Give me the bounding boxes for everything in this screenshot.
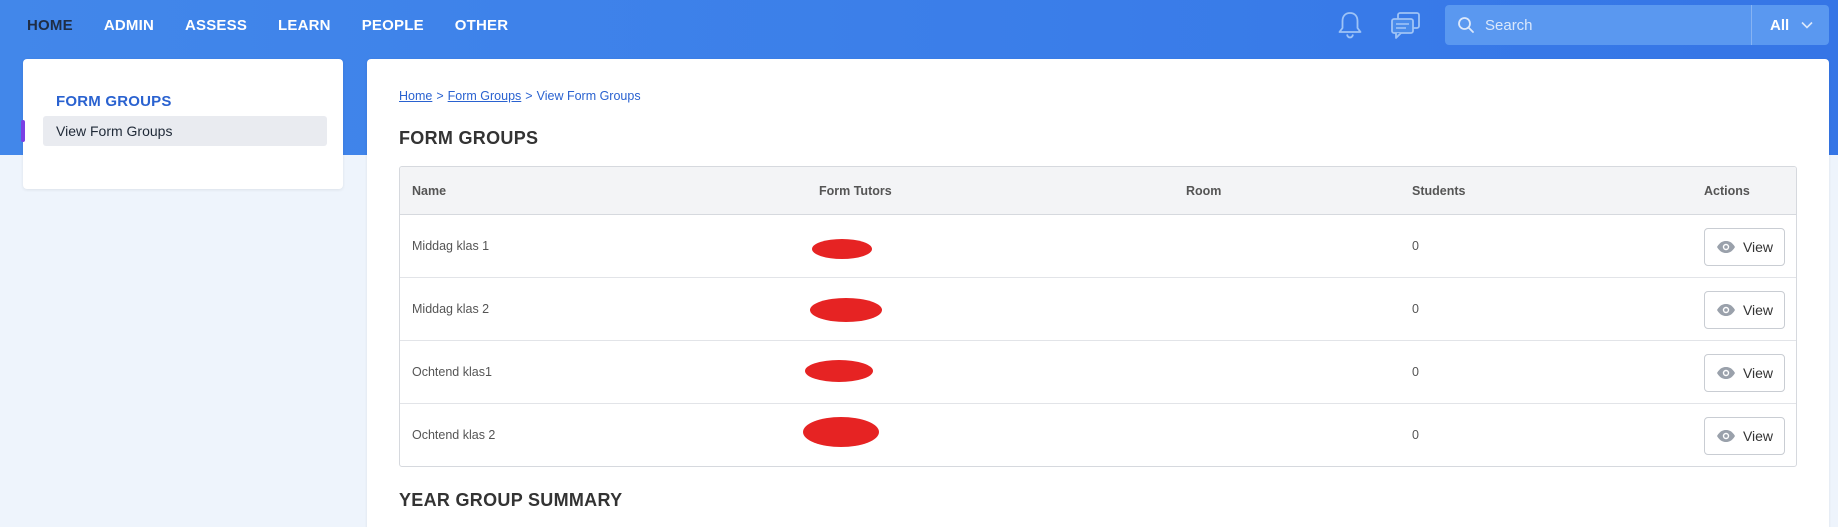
nav-menu: HOME ADMIN ASSESS LEARN PEOPLE OTHER (27, 0, 539, 50)
redaction-mark (805, 360, 873, 382)
sidebar-title: FORM GROUPS (56, 93, 172, 110)
top-navigation: HOME ADMIN ASSESS LEARN PEOPLE OTHER Sea… (0, 0, 1838, 50)
view-button-label: View (1742, 428, 1774, 444)
search-bar: All (1445, 5, 1829, 45)
main-content: Home > Form Groups > View Form Groups FORM G… (367, 59, 1829, 527)
view-button[interactable]: View (1704, 228, 1785, 266)
nav-item-learn[interactable]: LEARN (278, 17, 331, 34)
column-header-name: Name (412, 184, 447, 198)
search-scope-value: All (1770, 16, 1790, 34)
eye-icon (1716, 429, 1736, 443)
page-title: FORM GROUPS (399, 128, 539, 148)
view-button-label: View (1742, 239, 1774, 255)
nav-item-home[interactable]: HOME (27, 17, 73, 34)
table-row: Middag klas 1 0 View (400, 215, 1796, 278)
cell-name: Ochtend klas 2 (412, 428, 496, 442)
cell-students: 0 (1412, 302, 1419, 316)
active-indicator (21, 120, 25, 142)
chat-bubbles-icon (1391, 12, 1420, 39)
notifications-button[interactable] (1333, 8, 1367, 42)
eye-icon (1716, 303, 1736, 317)
cell-name: Middag klas 1 (412, 239, 490, 253)
nav-item-assess[interactable]: ASSESS (185, 17, 247, 34)
eye-icon (1716, 240, 1736, 254)
cell-students: 0 (1412, 428, 1419, 442)
sidebar-item-view-form-groups[interactable]: View Form Groups (21, 116, 327, 146)
eye-icon (1716, 366, 1736, 380)
breadcrumb-current: View Form Groups (536, 89, 641, 103)
search-icon (1458, 17, 1474, 33)
view-button-label: View (1742, 365, 1774, 381)
redaction-mark (803, 417, 879, 447)
table-row: Middag klas 2 0 View (400, 278, 1796, 341)
table-row: Ochtend klas1 0 View (400, 341, 1796, 404)
search-field-wrapper (1445, 5, 1751, 45)
form-groups-table: Name Form Tutors Room Students Actions M… (399, 166, 1797, 467)
redaction-mark (810, 298, 882, 322)
nav-item-admin[interactable]: ADMIN (104, 17, 154, 34)
breadcrumb-form-groups[interactable]: Form Groups (448, 89, 522, 103)
view-button[interactable]: View (1704, 354, 1785, 392)
column-header-actions: Actions (1704, 184, 1750, 198)
search-scope-select[interactable]: All (1752, 5, 1829, 45)
view-button[interactable]: View (1704, 417, 1785, 455)
view-button-label: View (1742, 302, 1774, 318)
breadcrumb: Home > Form Groups > View Form Groups (399, 89, 641, 103)
chevron-down-icon (1801, 21, 1813, 29)
cell-students: 0 (1412, 239, 1419, 253)
nav-item-people[interactable]: PEOPLE (362, 17, 424, 34)
redaction-mark (812, 239, 872, 259)
column-header-room: Room (1186, 184, 1222, 198)
table-row: Ochtend klas 2 0 View (400, 404, 1796, 466)
view-button[interactable]: View (1704, 291, 1785, 329)
cell-name: Middag klas 2 (412, 302, 490, 316)
breadcrumb-home[interactable]: Home (399, 89, 432, 103)
search-input[interactable] (1445, 5, 1751, 45)
sidebar-item-label: View Form Groups (56, 123, 173, 139)
bell-icon (1338, 12, 1362, 39)
messages-button[interactable] (1389, 8, 1423, 42)
year-group-summary-title: YEAR GROUP SUMMARY (399, 490, 623, 510)
nav-item-other[interactable]: OTHER (455, 17, 509, 34)
cell-name: Ochtend klas1 (412, 365, 492, 379)
column-header-form-tutors: Form Tutors (819, 184, 892, 198)
cell-students: 0 (1412, 365, 1419, 379)
table-header: Name Form Tutors Room Students Actions (400, 167, 1796, 215)
column-header-students: Students (1412, 184, 1466, 198)
sidebar: FORM GROUPS View Form Groups (21, 59, 343, 189)
